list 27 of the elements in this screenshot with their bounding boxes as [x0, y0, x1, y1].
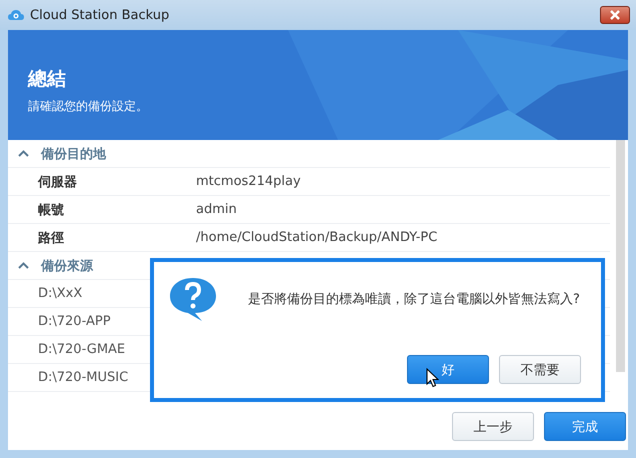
back-button[interactable]: 上一步	[452, 412, 534, 441]
section-title: 備份目的地	[41, 146, 106, 162]
close-icon	[609, 10, 621, 20]
row-label: 伺服器	[38, 174, 78, 190]
chevron-up-icon[interactable]	[18, 150, 29, 157]
row-label: 帳號	[38, 202, 65, 218]
cloud-icon	[8, 9, 24, 21]
cancel-button[interactable]: 不需要	[499, 355, 581, 384]
row-value: admin	[196, 202, 237, 217]
window-title: Cloud Station Backup	[30, 8, 170, 22]
row-value: /home/CloudStation/Backup/ANDY-PC	[196, 230, 438, 245]
source-folder: D:\720-APP	[38, 314, 111, 329]
source-folder: D:\720-MUSIC	[38, 370, 128, 385]
page-title: 總結	[28, 67, 66, 92]
finish-button[interactable]: 完成	[544, 412, 626, 441]
close-button[interactable]	[600, 6, 630, 24]
dialog-message: 是否將備份目的標為唯讀，除了這台電腦以外皆無法寫入?	[248, 291, 580, 308]
source-folder: D:\XxX	[38, 286, 82, 301]
chevron-up-icon[interactable]	[18, 262, 29, 269]
question-icon	[168, 276, 218, 322]
page-subtitle: 請確認您的備份設定。	[28, 98, 148, 115]
cursor-icon	[426, 368, 439, 388]
row-label: 路徑	[38, 230, 65, 246]
scrollbar[interactable]	[616, 140, 625, 372]
source-folder: D:\720-GMAE	[38, 342, 126, 357]
section-title: 備份來源	[41, 258, 93, 274]
row-value: mtcmos214play	[196, 174, 301, 189]
